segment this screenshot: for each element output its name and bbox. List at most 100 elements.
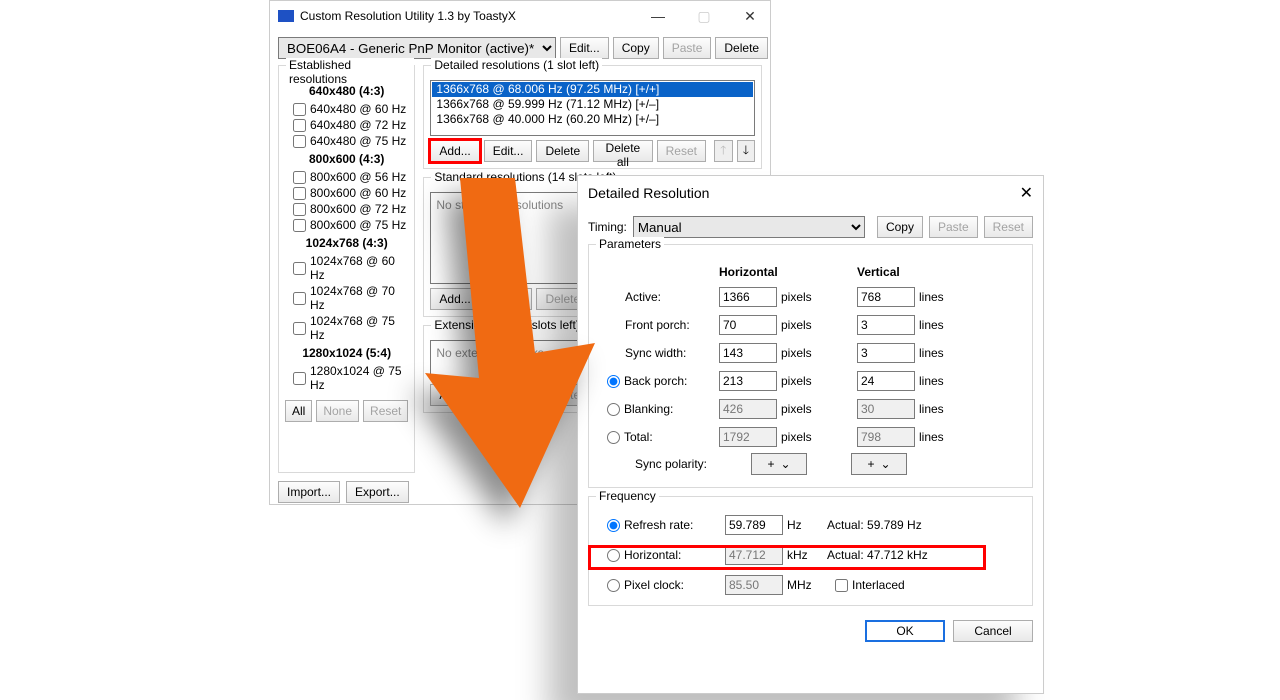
resolution-checkbox[interactable]: 640x480 @ 60 Hz: [293, 102, 408, 116]
est-none-button[interactable]: None: [316, 400, 359, 422]
horizontal-freq-input[interactable]: [725, 545, 783, 565]
detailed-resolution-item[interactable]: 1366x768 @ 68.006 Hz (97.25 MHz) [+/+]: [432, 82, 753, 97]
detailed-reset-button[interactable]: Reset: [657, 140, 706, 162]
param-active-label: Active:: [607, 290, 719, 304]
detailed-add-button[interactable]: Add...: [430, 140, 479, 162]
detailed-resolution-dialog: Detailed Resolution ✕ Timing: Manual Cop…: [577, 175, 1044, 694]
frequency-group: Frequency Refresh rate: Hz Actual: 59.78…: [588, 496, 1033, 606]
std-add-button[interactable]: Add...: [430, 288, 479, 310]
dialog-title: Detailed Resolution: [588, 185, 709, 201]
detailed-legend: Detailed resolutions (1 slot left): [431, 58, 602, 72]
refresh-rate-radio[interactable]: Refresh rate:: [607, 518, 725, 532]
resolution-checkbox[interactable]: 800x600 @ 60 Hz: [293, 186, 408, 200]
horizontal-freq-radio[interactable]: Horizontal:: [607, 548, 725, 562]
monitor-select[interactable]: BOE06A4 - Generic PnP Monitor (active)*: [278, 37, 556, 59]
pixel-clock-radio[interactable]: Pixel clock:: [607, 578, 725, 592]
detailed-group: Detailed resolutions (1 slot left) 1366x…: [423, 65, 762, 169]
move-up-button[interactable]: 🡑: [714, 140, 733, 162]
delete-button[interactable]: Delete: [715, 37, 768, 59]
sync-polarity-label: Sync polarity:: [607, 457, 707, 471]
param-blanking-radio[interactable]: Blanking:: [607, 402, 719, 416]
param-sync_width-v-input[interactable]: [857, 343, 915, 363]
refresh-rate-input[interactable]: [725, 515, 783, 535]
resolution-checkbox[interactable]: 640x480 @ 75 Hz: [293, 134, 408, 148]
detailed-edit-button[interactable]: Edit...: [484, 140, 533, 162]
horizontal-freq-unit: kHz: [787, 548, 827, 562]
established-legend: Established resolutions: [286, 58, 414, 86]
window-title: Custom Resolution Utility 1.3 by ToastyX: [300, 9, 632, 23]
sync-polarity-h-select[interactable]: + ⌄: [751, 453, 807, 475]
param-active-v-input[interactable]: [857, 287, 915, 307]
param-front_porch-h-input[interactable]: [719, 315, 777, 335]
interlaced-checkbox[interactable]: Interlaced: [835, 578, 1007, 592]
chevron-down-icon: ⌄: [880, 457, 890, 471]
resolution-checkbox[interactable]: 1280x1024 @ 75 Hz: [293, 364, 408, 392]
resolution-group-head: 1280x1024 (5:4): [285, 346, 408, 360]
dlg-paste-button[interactable]: Paste: [929, 216, 978, 238]
paste-button[interactable]: Paste: [663, 37, 712, 59]
est-reset-button[interactable]: Reset: [363, 400, 408, 422]
parameters-legend: Parameters: [596, 237, 664, 251]
refresh-rate-actual: Actual: 59.789 Hz: [827, 518, 1007, 532]
timing-select[interactable]: Manual: [633, 216, 865, 238]
col-horizontal: Horizontal: [719, 265, 781, 279]
established-group: Established resolutions 640x480 (4:3)640…: [278, 65, 415, 473]
param-back_porch-v-input[interactable]: [857, 371, 915, 391]
resolution-checkbox[interactable]: 640x480 @ 72 Hz: [293, 118, 408, 132]
resolution-group-head: 640x480 (4:3): [285, 84, 408, 98]
resolution-checkbox[interactable]: 1024x768 @ 60 Hz: [293, 254, 408, 282]
cancel-button[interactable]: Cancel: [953, 620, 1033, 642]
param-blanking-v-input[interactable]: [857, 399, 915, 419]
horizontal-freq-actual: Actual: 47.712 kHz: [827, 548, 1007, 562]
pixel-clock-input[interactable]: [725, 575, 783, 595]
detailed-listbox[interactable]: 1366x768 @ 68.006 Hz (97.25 MHz) [+/+]13…: [430, 80, 755, 136]
dlg-reset-button[interactable]: Reset: [984, 216, 1033, 238]
chevron-down-icon: ⌄: [780, 457, 790, 471]
copy-button[interactable]: Copy: [613, 37, 659, 59]
titlebar: Custom Resolution Utility 1.3 by ToastyX…: [270, 1, 770, 31]
extension-legend: Extension blocks (slots left): [431, 318, 582, 332]
ext-add-button[interactable]: Add...: [430, 384, 479, 406]
param-active-h-input[interactable]: [719, 287, 777, 307]
param-total-radio[interactable]: Total:: [607, 430, 719, 444]
timing-label: Timing:: [588, 220, 627, 234]
export-button[interactable]: Export...: [346, 481, 409, 503]
param-sync_width-label: Sync width:: [607, 346, 719, 360]
col-vertical: Vertical: [857, 265, 919, 279]
std-edit-button[interactable]: Edit...: [484, 288, 533, 310]
param-total-v-input[interactable]: [857, 427, 915, 447]
minimize-button[interactable]: —: [638, 1, 678, 31]
detailed-resolution-item[interactable]: 1366x768 @ 59.999 Hz (71.12 MHz) [+/–]: [432, 97, 753, 112]
param-back_porch-h-input[interactable]: [719, 371, 777, 391]
maximize-button[interactable]: ▢: [684, 1, 724, 31]
app-icon: [278, 10, 294, 22]
move-down-button[interactable]: 🡓: [737, 140, 756, 162]
param-total-h-input[interactable]: [719, 427, 777, 447]
param-blanking-h-input[interactable]: [719, 399, 777, 419]
param-back_porch-radio[interactable]: Back porch:: [607, 374, 719, 388]
import-button[interactable]: Import...: [278, 481, 340, 503]
edit-button[interactable]: Edit...: [560, 37, 609, 59]
close-button[interactable]: ✕: [730, 1, 770, 31]
ok-button[interactable]: OK: [865, 620, 945, 642]
resolution-checkbox[interactable]: 800x600 @ 72 Hz: [293, 202, 408, 216]
dlg-copy-button[interactable]: Copy: [877, 216, 923, 238]
param-sync_width-h-input[interactable]: [719, 343, 777, 363]
resolution-checkbox[interactable]: 800x600 @ 75 Hz: [293, 218, 408, 232]
resolution-group-head: 1024x768 (4:3): [285, 236, 408, 250]
param-front_porch-v-input[interactable]: [857, 315, 915, 335]
pixel-clock-unit: MHz: [787, 578, 827, 592]
resolution-checkbox[interactable]: 1024x768 @ 70 Hz: [293, 284, 408, 312]
detailed-delete-button[interactable]: Delete: [536, 140, 589, 162]
parameters-group: Parameters HorizontalVerticalActive:pixe…: [588, 244, 1033, 488]
resolution-checkbox[interactable]: 800x600 @ 56 Hz: [293, 170, 408, 184]
refresh-rate-unit: Hz: [787, 518, 827, 532]
dialog-close-button[interactable]: ✕: [1020, 183, 1033, 203]
frequency-legend: Frequency: [596, 489, 659, 503]
detailed-deleteall-button[interactable]: Delete all: [593, 140, 653, 162]
est-all-button[interactable]: All: [285, 400, 312, 422]
sync-polarity-v-select[interactable]: + ⌄: [851, 453, 907, 475]
ext-edit-button[interactable]: Edit...: [484, 384, 533, 406]
resolution-checkbox[interactable]: 1024x768 @ 75 Hz: [293, 314, 408, 342]
detailed-resolution-item[interactable]: 1366x768 @ 40.000 Hz (60.20 MHz) [+/–]: [432, 112, 753, 127]
